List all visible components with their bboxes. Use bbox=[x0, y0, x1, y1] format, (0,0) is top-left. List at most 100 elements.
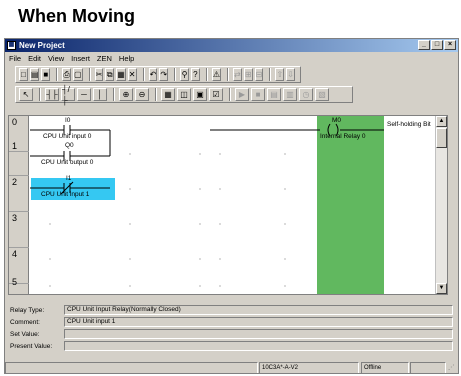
io-table-icon[interactable]: ▣ bbox=[193, 88, 207, 101]
present-value-label: Present Value: bbox=[10, 343, 53, 350]
scroll-up-arrow-icon[interactable]: ▲ bbox=[436, 116, 447, 127]
status-mode: Offline bbox=[361, 362, 409, 373]
contact-comment: CPU Unit input 0 bbox=[43, 133, 92, 140]
toolbar-separator bbox=[155, 88, 157, 101]
coil-address: M0 bbox=[332, 117, 342, 124]
rung-number-column: 0 1 2 3 4 5 bbox=[9, 116, 29, 294]
help-icon[interactable]: ? bbox=[191, 68, 200, 81]
contact-no-icon[interactable]: ┤├ bbox=[45, 88, 59, 101]
standard-toolbar: □ ▤ ■ ⎙ ▢ ✂ ⧉ ▦ ✕ ↶ ↷ ⚲? ⚠ ⇄ ⊞ ⊟ ⇧ ⇩ bbox=[15, 66, 301, 83]
comment-row: Comment: CPU Unit input 1 bbox=[8, 317, 453, 328]
open-folder-icon[interactable]: ▤ bbox=[29, 68, 40, 81]
rung-number[interactable]: 2 bbox=[9, 176, 29, 212]
contact-comment: CPU Unit input 1 bbox=[41, 191, 90, 198]
rung-number[interactable]: 3 bbox=[9, 212, 29, 248]
upload-icon[interactable]: ⇧ bbox=[275, 68, 285, 81]
verify-icon[interactable]: ⊟ bbox=[254, 68, 264, 81]
resize-grip-icon[interactable]: ⋰ bbox=[448, 363, 455, 371]
status-bar: 10C3A*-A-V2 Offline ⋰ bbox=[5, 362, 458, 373]
redo-icon[interactable]: ↷ bbox=[159, 68, 169, 81]
contact-address: I1 bbox=[66, 175, 72, 182]
maximize-button[interactable]: □ bbox=[431, 40, 443, 50]
monitor-icon[interactable]: ◫ bbox=[177, 88, 191, 101]
new-file-icon[interactable]: □ bbox=[19, 68, 28, 81]
app-icon: ▦ bbox=[7, 41, 16, 50]
present-value-field bbox=[64, 341, 453, 351]
download-icon[interactable]: ⇩ bbox=[286, 68, 296, 81]
scroll-thumb[interactable] bbox=[436, 128, 447, 148]
contact-nc-icon[interactable]: ┤/├ bbox=[61, 85, 75, 105]
set-value-row: Set Value: bbox=[8, 329, 453, 340]
coil-column bbox=[317, 116, 384, 294]
copy-icon[interactable]: ⧉ bbox=[105, 68, 115, 81]
toolbar-separator bbox=[39, 88, 41, 101]
ladder-toolbar: ↖ ┤├ ┤/├ ─ │ ⊕ ⊖ ▦ ◫ ▣ ☑ ▶ ■ ▤ ▥ ◷ ▧ bbox=[15, 85, 353, 105]
zoom-out-icon[interactable]: ⊖ bbox=[135, 88, 149, 101]
toolbar-separator bbox=[142, 68, 145, 81]
find-icon[interactable]: ⚲ bbox=[180, 68, 189, 81]
table-icon[interactable]: ▥ bbox=[283, 88, 297, 101]
relay-type-field: CPU Unit Input Relay(Normally Closed) bbox=[64, 305, 453, 315]
menu-view[interactable]: View bbox=[48, 53, 64, 65]
run-icon[interactable]: ▶ bbox=[235, 88, 249, 101]
close-button[interactable]: × bbox=[444, 40, 456, 50]
timer-icon[interactable]: ◷ bbox=[299, 88, 313, 101]
comment-label: Comment: bbox=[10, 319, 40, 326]
grid-icon[interactable]: ▦ bbox=[161, 88, 175, 101]
contact-address: Q0 bbox=[65, 142, 74, 149]
menu-file[interactable]: File bbox=[9, 53, 21, 65]
ladder-diagram[interactable] bbox=[30, 116, 435, 294]
page-heading: When Moving bbox=[18, 6, 135, 26]
contact-address: I0 bbox=[65, 117, 71, 124]
ladder-editor[interactable]: 0 1 2 3 4 5 I0 CPU Unit input 0 Q0 CPU U… bbox=[8, 115, 448, 295]
grid-dots bbox=[49, 153, 286, 287]
toolbar-separator bbox=[174, 68, 177, 81]
delete-icon[interactable]: ✕ bbox=[127, 68, 137, 81]
select-pointer-icon[interactable]: ↖ bbox=[19, 88, 33, 101]
scroll-down-arrow-icon[interactable]: ▼ bbox=[436, 283, 447, 294]
vertical-scrollbar[interactable]: ▲ ▼ bbox=[435, 116, 447, 294]
print-preview-icon[interactable]: ▢ bbox=[73, 68, 83, 81]
comment-field[interactable]: CPU Unit input 1 bbox=[64, 317, 453, 327]
window-title: New Project bbox=[19, 41, 65, 50]
menu-insert[interactable]: Insert bbox=[71, 53, 90, 65]
rung-number[interactable]: 1 bbox=[9, 140, 29, 176]
relay-type-row: Relay Type: CPU Unit Input Relay(Normall… bbox=[8, 305, 453, 316]
set-value-label: Set Value: bbox=[10, 331, 40, 338]
toolbar-separator bbox=[88, 68, 91, 81]
menu-edit[interactable]: Edit bbox=[28, 53, 41, 65]
transfer-icon[interactable]: ⇄ bbox=[232, 68, 242, 81]
save-icon[interactable]: ■ bbox=[41, 68, 51, 81]
status-model: 10C3A*-A-V2 bbox=[259, 362, 359, 373]
app-window: ▦ New Project _ □ × File Edit View Inser… bbox=[4, 38, 459, 374]
menu-help[interactable]: Help bbox=[119, 53, 134, 65]
set-value-field[interactable] bbox=[64, 329, 453, 339]
compare-icon[interactable]: ⊞ bbox=[243, 68, 253, 81]
minimize-button[interactable]: _ bbox=[418, 40, 430, 50]
status-extra bbox=[410, 362, 446, 373]
window-controls: _ □ × bbox=[418, 40, 456, 50]
rung-comment: Self-holding Bit bbox=[387, 121, 431, 128]
property-panel: Relay Type: CPU Unit Input Relay(Normall… bbox=[8, 305, 453, 359]
toolbar-separator bbox=[269, 68, 272, 81]
zoom-in-icon[interactable]: ⊕ bbox=[119, 88, 133, 101]
status-message bbox=[5, 362, 258, 373]
title-bar: ▦ New Project _ □ × bbox=[5, 39, 458, 52]
warning-icon[interactable]: ⚠ bbox=[211, 68, 221, 81]
paste-icon[interactable]: ▦ bbox=[116, 68, 126, 81]
undo-icon[interactable]: ↶ bbox=[148, 68, 158, 81]
setup-icon[interactable]: ▧ bbox=[315, 88, 329, 101]
menu-zen[interactable]: ZEN bbox=[97, 53, 112, 65]
relay-type-label: Relay Type: bbox=[10, 307, 45, 314]
toolbar-separator bbox=[229, 88, 231, 101]
toolbar-separator bbox=[56, 68, 59, 81]
print-icon[interactable]: ⎙ bbox=[62, 68, 71, 81]
cut-icon[interactable]: ✂ bbox=[94, 68, 104, 81]
stop-icon[interactable]: ■ bbox=[251, 88, 265, 101]
program-icon[interactable]: ▤ bbox=[267, 88, 281, 101]
horizontal-line-icon[interactable]: ─ bbox=[77, 88, 91, 101]
present-value-row: Present Value: bbox=[8, 341, 453, 352]
check-icon[interactable]: ☑ bbox=[209, 88, 223, 101]
menu-bar: File Edit View Insert ZEN Help bbox=[5, 53, 458, 65]
vertical-line-icon[interactable]: │ bbox=[93, 88, 107, 101]
